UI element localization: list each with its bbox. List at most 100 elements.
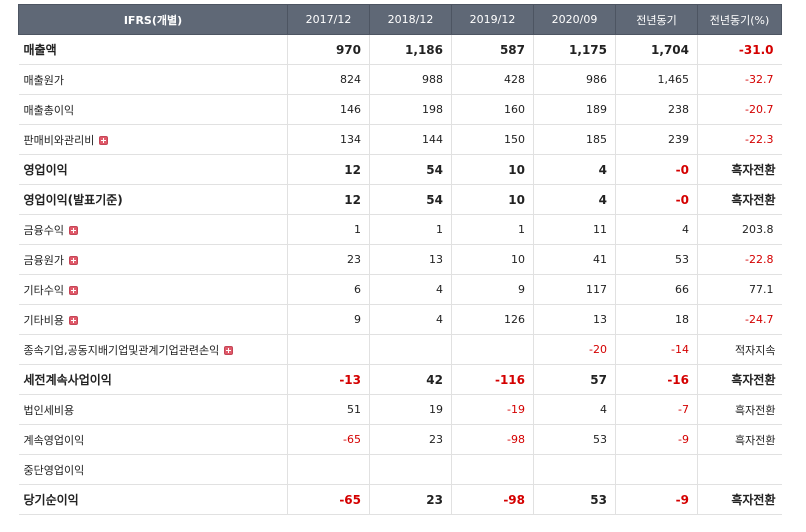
expand-plus-icon[interactable] [68,255,78,265]
value-cell: 4 [533,184,616,215]
value-cell: 흑자전환 [697,484,782,515]
value-cell: 41 [533,244,616,275]
row-label: 매출원가 [23,73,64,87]
header-cell: 전년동기 [615,4,698,35]
table-body: 매출액 970 1,186 587 1,175 1,704 -31.0 매출원가 824 988 4… [18,34,782,515]
row-label-cell: 기타비용 [18,304,288,335]
value-cell [369,454,452,485]
table-row: 매출원가 824 988 428 986 1,465 -32.7 [18,64,782,95]
table-row: 기타비용 9 4 126 13 18 -24.7 [18,304,782,335]
row-label: 당기순이익 [23,493,79,507]
row-label: 영업이익(발표기준) [23,193,123,207]
value-cell: -98 [451,484,534,515]
row-label: 기타비용 [23,313,64,327]
table-row: 종속기업,공동지배기업및관계기업관련손익 -20 -14 적자지속 [18,334,782,365]
value-cell: -13 [287,364,370,395]
value-cell: 587 [451,34,534,65]
value-cell: 53 [533,484,616,515]
row-label: 판매비와관리비 [23,133,95,147]
row-label: 종속기업,공동지배기업및관계기업관련손익 [23,343,220,357]
value-cell: 126 [451,304,534,335]
row-label-cell: 법인세비용 [18,394,288,425]
value-cell [697,454,782,485]
row-label: 중단영업이익 [23,463,85,477]
row-label: 매출액 [23,43,57,57]
row-label-cell: 매출원가 [18,64,288,95]
row-label-cell: 종속기업,공동지배기업및관계기업관련손익 [18,334,288,365]
value-cell: 9 [287,304,370,335]
value-cell: 42 [369,364,452,395]
value-cell: 4 [533,394,616,425]
expand-plus-icon[interactable] [68,285,78,295]
value-cell: 흑자전환 [697,394,782,425]
value-cell: -24.7 [697,304,782,335]
value-cell: 54 [369,184,452,215]
value-cell [287,334,370,365]
value-cell: 4 [369,274,452,305]
value-cell: 134 [287,124,370,155]
value-cell: -116 [451,364,534,395]
row-label-cell: 영업이익 [18,154,288,185]
row-label-cell: 판매비와관리비 [18,124,288,155]
value-cell: 51 [287,394,370,425]
row-label-cell: 매출액 [18,34,288,65]
value-cell: 흑자전환 [697,154,782,185]
value-cell: 19 [369,394,452,425]
row-label: 기타수익 [23,283,64,297]
value-cell: -65 [287,424,370,455]
value-cell: -98 [451,424,534,455]
value-cell: 1,175 [533,34,616,65]
value-cell: 986 [533,64,616,95]
value-cell: -22.8 [697,244,782,275]
expand-plus-icon[interactable] [99,135,109,145]
value-cell: 12 [287,154,370,185]
value-cell [451,334,534,365]
value-cell: 흑자전환 [697,184,782,215]
value-cell: 117 [533,274,616,305]
value-cell: -9 [615,424,698,455]
value-cell: 66 [615,274,698,305]
value-cell: 203.8 [697,214,782,245]
value-cell [287,454,370,485]
value-cell: 428 [451,64,534,95]
value-cell: 53 [533,424,616,455]
row-label: 금융수익 [23,223,64,237]
value-cell: 239 [615,124,698,155]
row-label: 법인세비용 [23,403,75,417]
table-row: 매출액 970 1,186 587 1,175 1,704 -31.0 [18,34,782,65]
value-cell: 4 [615,214,698,245]
value-cell: 77.1 [697,274,782,305]
table-row: 판매비와관리비 134 144 150 185 239 -22.3 [18,124,782,155]
value-cell: -20 [533,334,616,365]
value-cell: 10 [451,184,534,215]
value-cell: 흑자전환 [697,424,782,455]
row-label-cell: 기타수익 [18,274,288,305]
table-row: 중단영업이익 [18,454,782,485]
row-label-cell: 금융원가 [18,244,288,275]
value-cell: 13 [533,304,616,335]
table-row: 매출총이익 146 198 160 189 238 -20.7 [18,94,782,125]
value-cell: -9 [615,484,698,515]
row-label-cell: 매출총이익 [18,94,288,125]
value-cell: 11 [533,214,616,245]
value-cell: 10 [451,154,534,185]
value-cell: 1 [451,214,534,245]
value-cell: 53 [615,244,698,275]
expand-plus-icon[interactable] [68,315,78,325]
value-cell: 189 [533,94,616,125]
value-cell: 150 [451,124,534,155]
value-cell [369,334,452,365]
expand-plus-icon[interactable] [68,225,78,235]
value-cell [533,454,616,485]
value-cell: -31.0 [697,34,782,65]
value-cell: 4 [533,154,616,185]
financial-table-container: IFRS(개별) 2017/12 2018/12 2019/12 2020/09… [18,4,782,515]
row-label: 영업이익 [23,163,68,177]
header-cell: 2017/12 [287,4,370,35]
expand-plus-icon[interactable] [224,345,234,355]
value-cell: 23 [287,244,370,275]
value-cell: 1,465 [615,64,698,95]
value-cell: -16 [615,364,698,395]
row-label-cell: 금융수익 [18,214,288,245]
header-cell: IFRS(개별) [18,4,288,35]
